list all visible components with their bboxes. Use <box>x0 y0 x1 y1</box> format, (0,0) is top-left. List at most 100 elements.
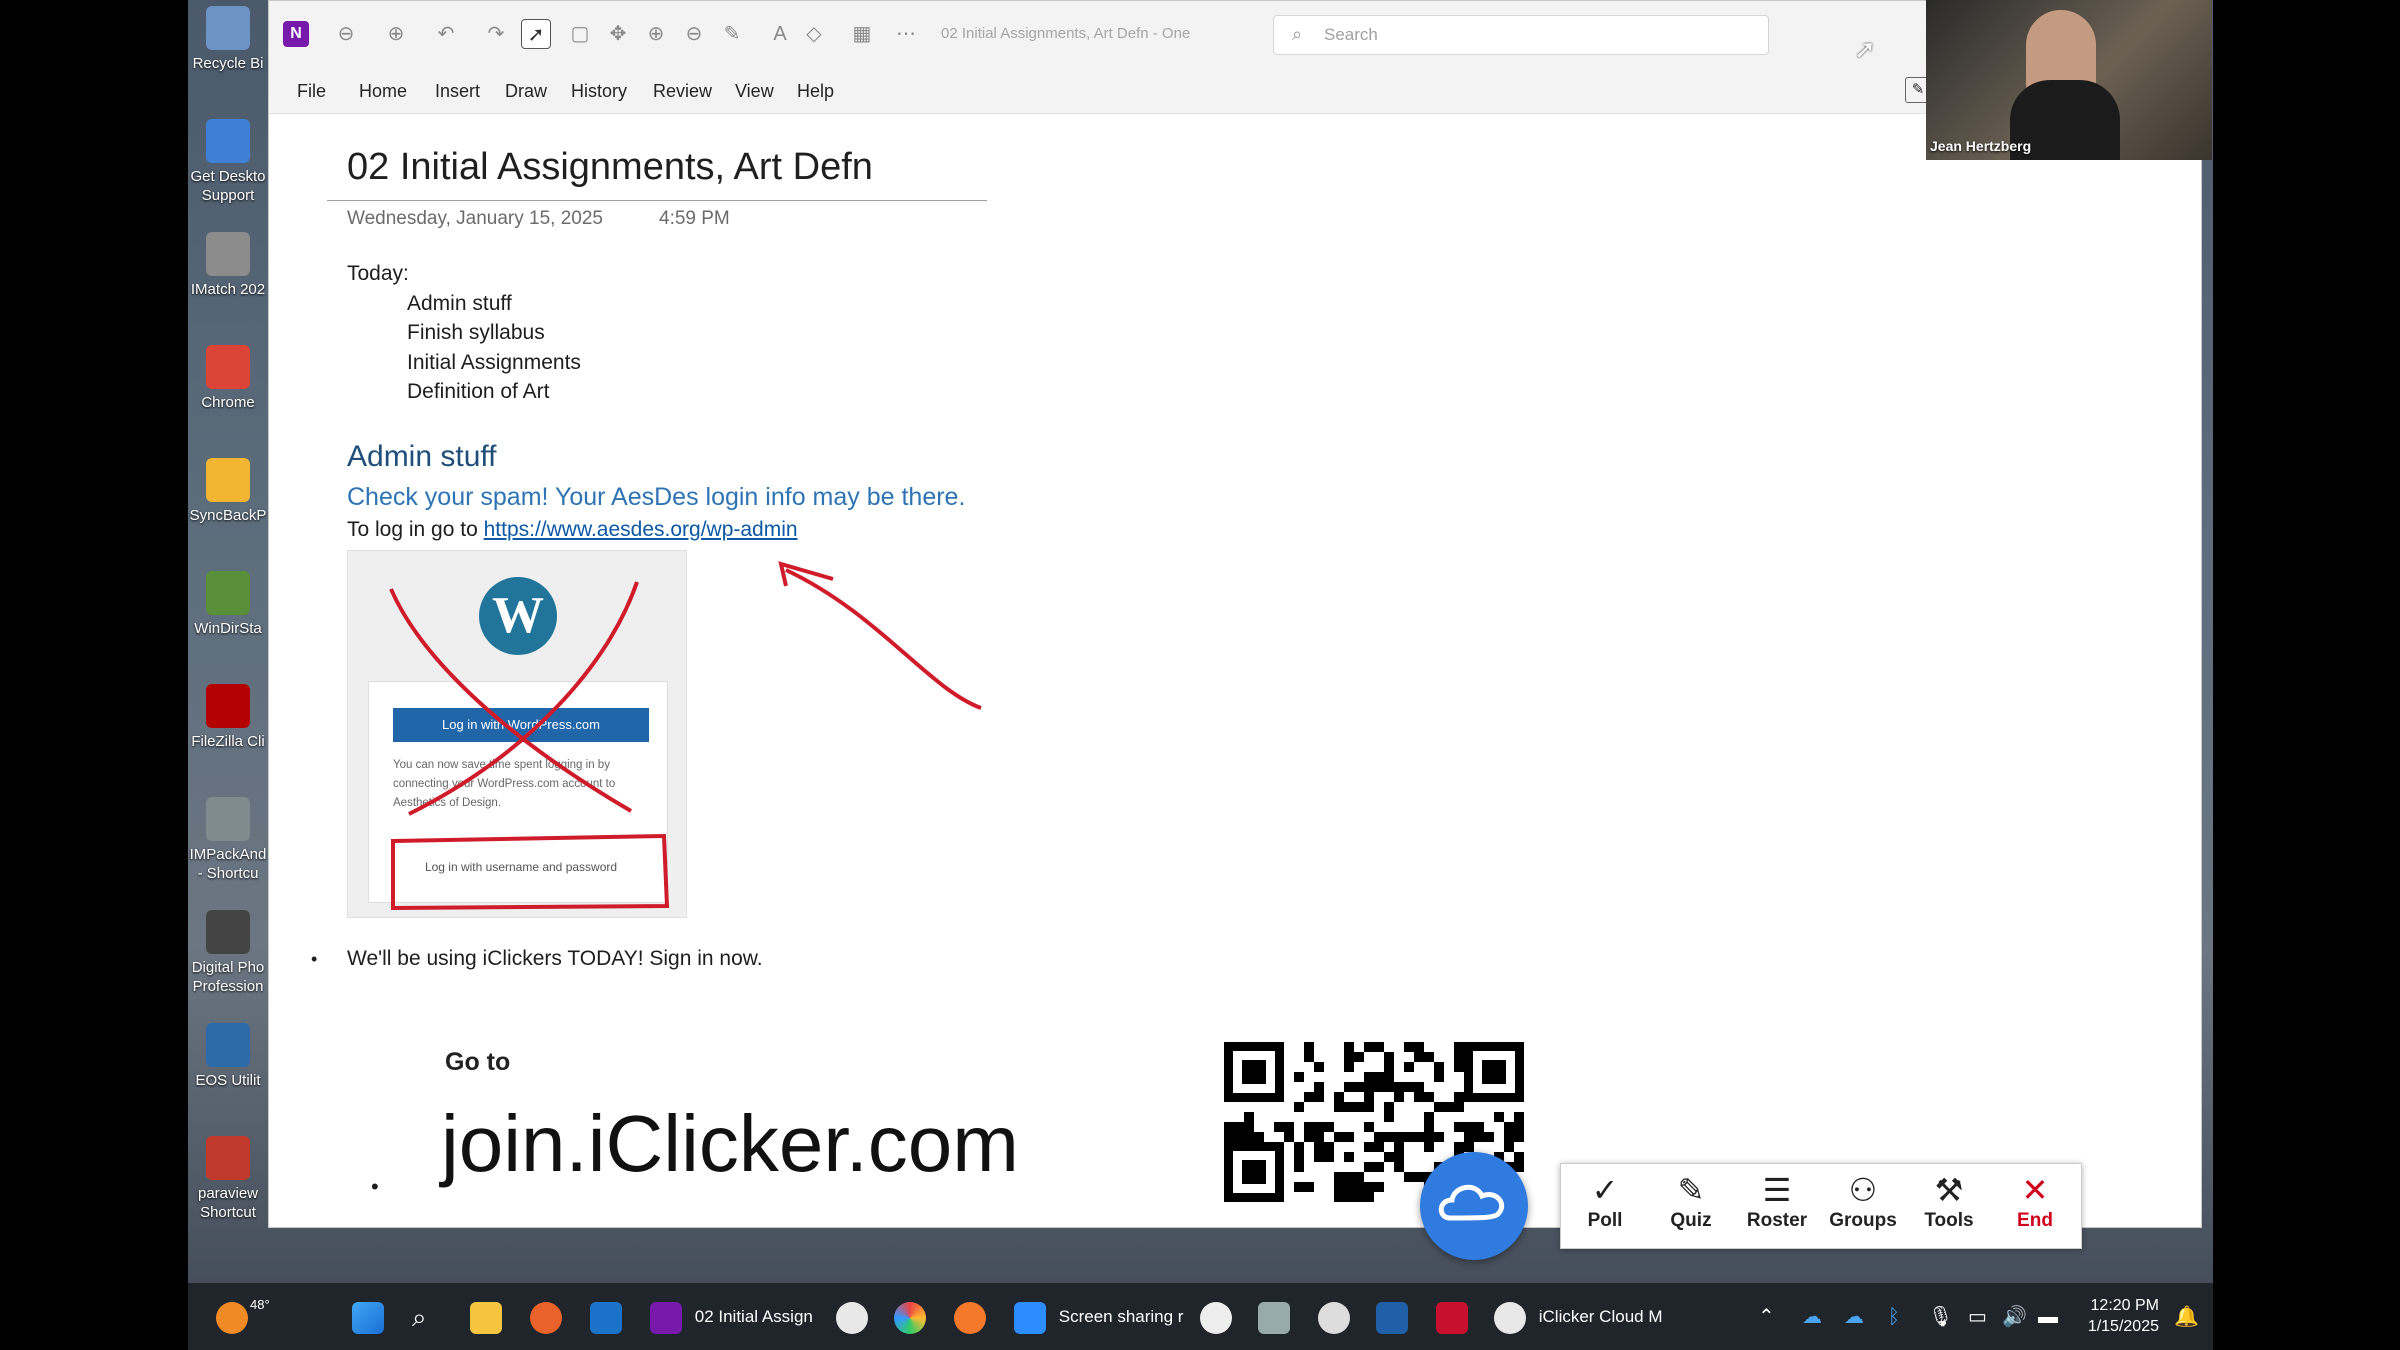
forward-icon[interactable]: ⊕ <box>381 19 411 49</box>
back-icon[interactable]: ⊖ <box>331 19 361 49</box>
microphone-icon[interactable]: 🎙 <box>1928 1297 1953 1337</box>
desktop-icon[interactable]: Recycle Bi <box>188 6 268 73</box>
shapes-icon[interactable]: ◇ <box>799 19 829 49</box>
filezilla-button[interactable] <box>1436 1297 1476 1337</box>
login-link[interactable]: https://www.aesdes.org/wp-admin <box>484 518 798 541</box>
desktop-icon[interactable]: SyncBackP <box>188 458 268 525</box>
outlook-icon <box>590 1301 622 1334</box>
taskbar-zoom[interactable]: Screen sharing r <box>1014 1297 1183 1337</box>
onedrive-icon[interactable]: ☁ <box>1802 1297 1822 1337</box>
desktop-icon[interactable]: Digital Pho Profession <box>188 910 268 996</box>
photos-button[interactable] <box>894 1297 934 1337</box>
menu-home[interactable]: Home <box>359 81 407 102</box>
desktop-icon[interactable]: WinDirSta <box>188 571 268 638</box>
blender-button[interactable] <box>954 1297 994 1337</box>
desktop-icon[interactable]: FileZilla Cli <box>188 684 268 751</box>
iclicker-groups-button[interactable]: ⚇ Groups <box>1823 1170 1903 1232</box>
zoom-in-icon[interactable]: ⊕ <box>641 19 671 49</box>
desktop-icon-label: IMatch 202 <box>190 281 266 298</box>
file-explorer-button[interactable] <box>470 1297 510 1337</box>
weather-widget[interactable]: 48° <box>216 1297 270 1337</box>
autodesk-button[interactable] <box>1376 1297 1416 1337</box>
qr-module <box>1334 1182 1344 1192</box>
iclicker-end-button[interactable]: ✕ End <box>1995 1170 2075 1232</box>
menu-history[interactable]: History <box>571 81 627 102</box>
pen-icon[interactable]: ✎ <box>717 19 747 49</box>
iclicker-button-label: End <box>2017 1210 2053 1231</box>
page-title[interactable]: 02 Initial Assignments, Art Defn <box>347 146 873 189</box>
redo-icon[interactable]: ↷ <box>481 19 511 49</box>
desktop-icon[interactable]: paraview Shortcut <box>188 1136 268 1222</box>
qr-module <box>1514 1122 1524 1132</box>
iclicker-cloud-button[interactable] <box>1420 1152 1528 1260</box>
outlook-button[interactable] <box>590 1297 630 1337</box>
menu-view[interactable]: View <box>735 81 774 102</box>
qr-module <box>1404 1132 1414 1142</box>
zoom-out-icon[interactable]: ⊖ <box>679 19 709 49</box>
iclicker-button-label: Roster <box>1746 1210 1808 1231</box>
desktop-icon[interactable]: IMPackAnd - Shortcu <box>188 797 268 883</box>
chat-button[interactable] <box>1318 1297 1358 1337</box>
username-login-link: Log in with username and password <box>424 860 618 874</box>
close-icon: ✕ <box>2021 1172 2049 1208</box>
clock[interactable]: 12:20 PM 1/15/2025 <box>2088 1295 2159 1337</box>
menu-file[interactable]: File <box>297 81 326 102</box>
qr-module <box>1244 1132 1254 1142</box>
menu-insert[interactable]: Insert <box>435 81 480 102</box>
iclicker-tools-button[interactable]: ⚒ Tools <box>1909 1170 1989 1232</box>
menu-review[interactable]: Review <box>653 81 712 102</box>
app-window-button[interactable] <box>1258 1297 1298 1337</box>
qr-module <box>1344 1132 1354 1142</box>
itunes-button[interactable] <box>1200 1297 1240 1337</box>
webcam-video: Jean Hertzberg <box>1926 0 2212 160</box>
more-icon[interactable]: ⋯ <box>891 19 921 49</box>
pinwheel-icon <box>894 1301 926 1334</box>
pan-icon[interactable]: ✥ <box>603 19 633 49</box>
search-input[interactable]: ⌕ Search <box>1273 15 1769 55</box>
taskbar-iclicker[interactable]: iClicker Cloud M <box>1494 1297 1662 1337</box>
onedrive-business-icon[interactable]: ☁ <box>1844 1297 1864 1337</box>
select-pointer-icon[interactable]: ➚ <box>521 19 551 49</box>
bluetooth-icon[interactable]: ᛒ <box>1888 1297 1900 1337</box>
firefox-button[interactable] <box>530 1297 570 1337</box>
ink-to-text-icon[interactable]: A <box>765 19 795 49</box>
menu-draw[interactable]: Draw <box>505 81 547 102</box>
table-icon[interactable]: ▦ <box>847 19 877 49</box>
desktop-icon[interactable]: Chrome <box>188 345 268 412</box>
iclicker-poll-button[interactable]: ✓ Poll <box>1565 1170 1645 1232</box>
iclicker-quiz-button[interactable]: ✎ Quiz <box>1651 1170 1731 1232</box>
slack-button[interactable] <box>836 1297 876 1337</box>
qr-module <box>1504 1122 1514 1132</box>
network-icon[interactable]: ▭ <box>1968 1297 1987 1337</box>
volume-icon[interactable]: 🔊 <box>2002 1297 2027 1337</box>
qr-module <box>1314 1082 1324 1092</box>
desktop-icon[interactable]: EOS Utilit <box>188 1023 268 1090</box>
qr-module <box>1344 1042 1354 1052</box>
qr-module <box>1374 1182 1384 1192</box>
qr-module <box>1374 1072 1384 1082</box>
qr-module <box>1504 1142 1514 1152</box>
desktop-icon[interactable]: IMatch 202 <box>188 232 268 299</box>
qr-module <box>1334 1192 1344 1202</box>
notifications-icon[interactable]: 🔔 <box>2174 1297 2199 1337</box>
note-page: 02 Initial Assignments, Art Defn Wednesd… <box>269 114 2201 1229</box>
qr-module <box>1404 1062 1414 1072</box>
lasso-icon[interactable]: ▢ <box>565 19 595 49</box>
start-button[interactable] <box>352 1297 392 1337</box>
qr-module <box>1314 1152 1324 1162</box>
menu-help[interactable]: Help <box>797 81 834 102</box>
qr-module <box>1304 1052 1314 1062</box>
taskbar-onenote[interactable]: 02 Initial Assign <box>650 1297 813 1337</box>
qr-module <box>1304 1122 1314 1132</box>
tray-chevron-icon[interactable]: ⌃ <box>1758 1297 1775 1337</box>
undo-icon[interactable]: ↶ <box>431 19 461 49</box>
qr-module <box>1304 1042 1314 1052</box>
search-taskbar-icon[interactable]: ⌕ <box>412 1297 427 1337</box>
today-item: Initial Assignments <box>407 351 581 374</box>
desktop-icon[interactable]: Get Deskto Support <box>188 119 268 205</box>
triangle-app-icon <box>1376 1301 1408 1334</box>
qr-module <box>1424 1092 1434 1102</box>
battery-icon[interactable]: ▬ <box>2038 1297 2058 1337</box>
clock-date: 1/15/2025 <box>2087 1318 2159 1335</box>
iclicker-roster-button[interactable]: ☰ Roster <box>1737 1170 1817 1232</box>
